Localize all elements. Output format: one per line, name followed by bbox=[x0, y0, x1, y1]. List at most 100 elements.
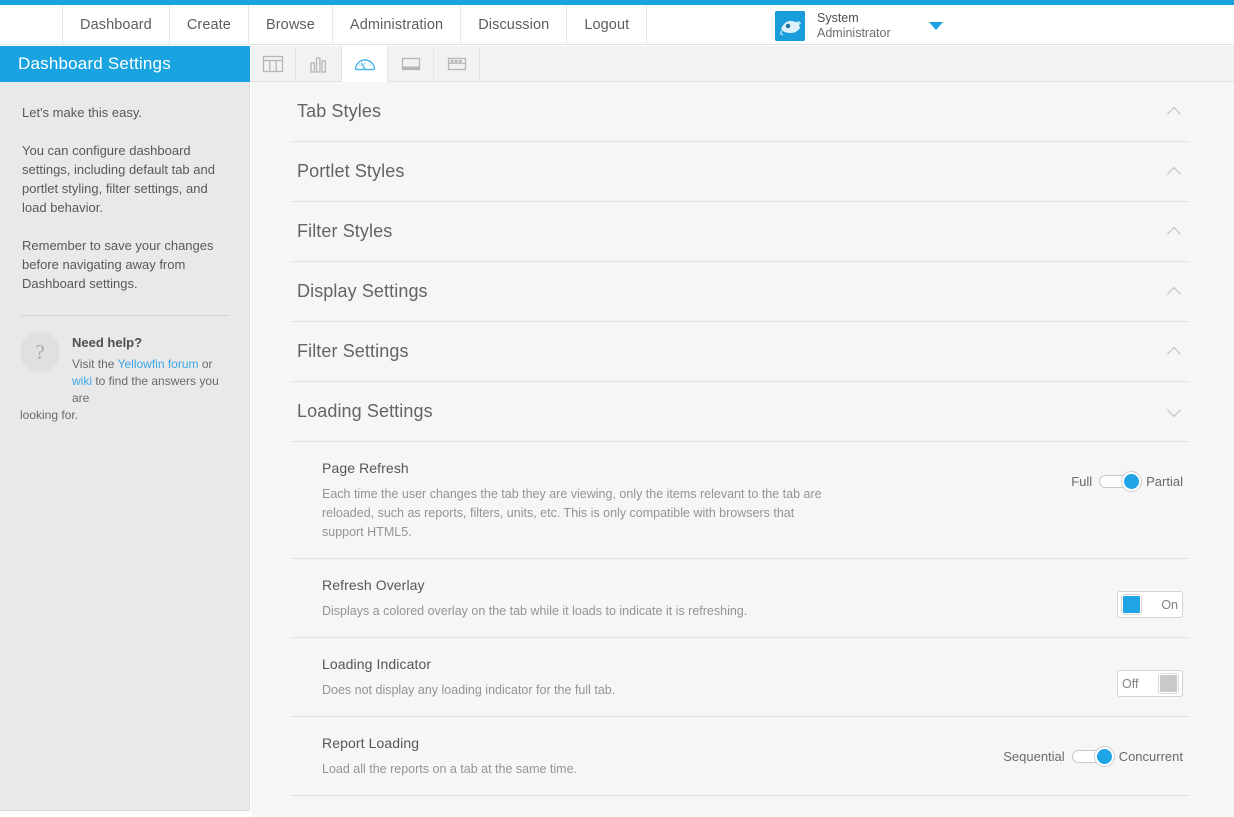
section-loading-settings[interactable]: Loading Settings bbox=[290, 382, 1190, 442]
section-filter-styles[interactable]: Filter Styles bbox=[290, 202, 1190, 262]
section-title: Tab Styles bbox=[297, 101, 382, 121]
loading-indicator-toggle[interactable]: Off bbox=[1117, 670, 1183, 697]
sidebar-divider bbox=[20, 315, 229, 316]
setting-control: Sequential Concurrent bbox=[983, 735, 1183, 766]
setting-row-refresh-overlay: Refresh Overlay Displays a colored overl… bbox=[290, 559, 1190, 638]
setting-description: Load all the reports on a tab at the sam… bbox=[322, 762, 578, 776]
tab-chart[interactable] bbox=[296, 46, 342, 82]
user-menu[interactable]: System Administrator bbox=[775, 9, 943, 43]
section-portlet-styles[interactable]: Portlet Styles bbox=[290, 142, 1190, 202]
toggle-swatch-on bbox=[1122, 595, 1141, 614]
page-title-label: Dashboard Settings bbox=[18, 54, 171, 73]
left-sidebar: Let's make this easy. You can configure … bbox=[0, 82, 250, 811]
setting-description: Displays a colored overlay on the tab wh… bbox=[322, 604, 748, 618]
toggle-state-label: On bbox=[1161, 597, 1178, 612]
toggle-state-label: Off bbox=[1122, 676, 1139, 691]
setting-control: Off bbox=[983, 656, 1183, 697]
chevron-up-icon[interactable] bbox=[1167, 284, 1183, 300]
section-display-settings[interactable]: Display Settings bbox=[290, 262, 1190, 322]
chevron-up-icon[interactable] bbox=[1167, 104, 1183, 120]
tab-table[interactable] bbox=[250, 46, 296, 82]
section-title: Portlet Styles bbox=[297, 161, 405, 181]
setting-row-loading-indicator: Loading Indicator Does not display any l… bbox=[290, 638, 1190, 717]
nav-item-label: Discussion bbox=[478, 17, 550, 33]
nav-item-discussion[interactable]: Discussion bbox=[461, 5, 568, 45]
section-title: Filter Styles bbox=[297, 221, 393, 241]
help-text-last: looking for. bbox=[20, 408, 79, 422]
table-icon bbox=[262, 55, 283, 73]
nav-item-label: Administration bbox=[349, 17, 444, 33]
tab-tabs-window[interactable] bbox=[434, 46, 480, 82]
sidebar-paragraph-1: You can configure dashboard settings, in… bbox=[22, 143, 215, 215]
sidebar-intro: Let's make this easy. bbox=[22, 105, 143, 120]
avatar bbox=[775, 11, 805, 41]
setting-name: Loading Indicator bbox=[322, 656, 432, 672]
setting-name: Refresh Overlay bbox=[322, 577, 425, 593]
setting-control: Full Partial bbox=[983, 460, 1183, 491]
toggle-swatch-off bbox=[1159, 674, 1178, 693]
yellowfin-forum-link[interactable]: Yellowfin forum bbox=[118, 357, 199, 371]
tab-canvas[interactable] bbox=[388, 46, 434, 82]
setting-control: On bbox=[983, 577, 1183, 618]
help-title: Need help? bbox=[72, 335, 143, 350]
section-filter-settings[interactable]: Filter Settings bbox=[290, 322, 1190, 382]
help-text-before: Visit the bbox=[72, 357, 118, 371]
setting-description: Does not display any loading indicator f… bbox=[322, 683, 616, 697]
tabs-window-icon bbox=[447, 57, 466, 71]
content-area: Tab Styles Portlet Styles Filter Styles … bbox=[251, 82, 1234, 817]
section-title: Loading Settings bbox=[297, 401, 433, 421]
toggle-track[interactable] bbox=[1071, 747, 1114, 766]
tab-dashboard-gauge[interactable] bbox=[342, 46, 388, 82]
page-title: Dashboard Settings bbox=[0, 46, 250, 82]
help-text-middle: or bbox=[198, 357, 213, 371]
nav-item-label: Logout bbox=[584, 17, 630, 33]
chevron-down-icon[interactable] bbox=[1167, 404, 1183, 420]
user-name: System Administrator bbox=[817, 11, 891, 41]
setting-row-schedule-page-refresh: Schedule Page Refresh Do not refresh the… bbox=[290, 796, 1190, 817]
nav-item-dashboard[interactable]: Dashboard bbox=[62, 5, 170, 45]
toggle-right-label: Partial bbox=[1146, 474, 1183, 489]
toggle-track[interactable] bbox=[1099, 472, 1142, 491]
top-navigation-bar: Dashboard Create Browse Administration D… bbox=[0, 5, 1234, 45]
canvas-icon bbox=[401, 57, 420, 71]
user-first-line: System bbox=[817, 11, 859, 25]
sidebar-paragraph-2: Remember to save your changes before nav… bbox=[22, 238, 214, 291]
bar-chart-icon bbox=[309, 57, 326, 73]
chevron-up-icon[interactable] bbox=[1167, 164, 1183, 180]
setting-row-report-loading: Report Loading Load all the reports on a… bbox=[290, 717, 1190, 796]
sub-header-bar: Dashboard Settings bbox=[0, 46, 1234, 82]
chevron-up-icon[interactable] bbox=[1167, 224, 1183, 240]
refresh-overlay-toggle[interactable]: On bbox=[1117, 591, 1183, 618]
page-refresh-toggle[interactable]: Full Partial bbox=[1071, 472, 1183, 491]
toggle-left-label: Full bbox=[1071, 474, 1093, 489]
user-second-line: Administrator bbox=[817, 26, 891, 40]
nav-item-browse[interactable]: Browse bbox=[249, 5, 333, 45]
toggle-knob[interactable] bbox=[1094, 747, 1114, 766]
icon-tab-strip bbox=[250, 46, 480, 82]
gauge-icon bbox=[354, 59, 375, 71]
setting-name: Page Refresh bbox=[322, 460, 409, 476]
avatar-image bbox=[775, 11, 805, 41]
setting-text: Refresh Overlay Displays a colored overl… bbox=[322, 577, 942, 621]
toggle-knob[interactable] bbox=[1122, 472, 1142, 491]
nav-item-logout[interactable]: Logout bbox=[567, 5, 648, 45]
section-title: Display Settings bbox=[297, 281, 428, 301]
setting-text: Page Refresh Each time the user changes … bbox=[322, 460, 942, 542]
settings-panel: Tab Styles Portlet Styles Filter Styles … bbox=[290, 82, 1190, 817]
wiki-link[interactable]: wiki bbox=[72, 374, 92, 388]
nav-item-create[interactable]: Create bbox=[170, 5, 249, 45]
report-loading-toggle[interactable]: Sequential Concurrent bbox=[1003, 747, 1183, 766]
section-tab-styles[interactable]: Tab Styles bbox=[290, 82, 1190, 142]
nav-item-label: Create bbox=[186, 17, 231, 33]
nav-item-label: Browse bbox=[265, 17, 315, 33]
setting-row-page-refresh: Page Refresh Each time the user changes … bbox=[290, 442, 1190, 559]
setting-name: Report Loading bbox=[322, 735, 420, 751]
setting-text: Loading Indicator Does not display any l… bbox=[322, 656, 942, 700]
nav-items: Dashboard Create Browse Administration D… bbox=[62, 5, 648, 45]
chevron-up-icon[interactable] bbox=[1167, 344, 1183, 360]
chevron-down-icon[interactable] bbox=[928, 22, 943, 30]
nav-item-label: Dashboard bbox=[80, 17, 152, 33]
nav-item-administration[interactable]: Administration bbox=[333, 5, 462, 45]
help-block: ? Need help? Visit the Yellowfin forum o… bbox=[0, 332, 249, 407]
toggle-left-label: Sequential bbox=[1003, 749, 1065, 764]
